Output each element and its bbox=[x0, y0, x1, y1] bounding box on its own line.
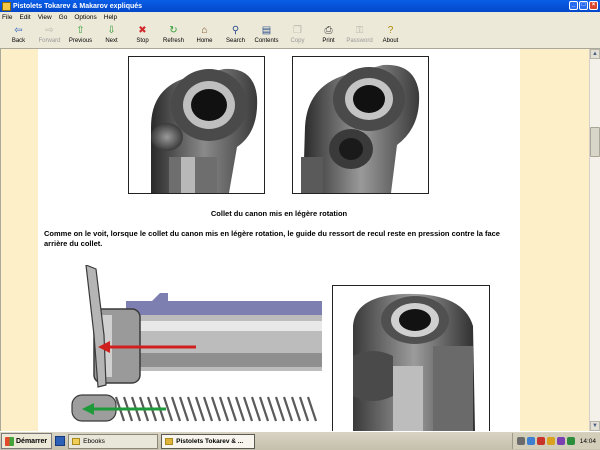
toolbar-print-button[interactable]: ⎙ Print bbox=[313, 23, 344, 49]
toolbar-back-button[interactable]: ⇦ Back bbox=[3, 23, 34, 49]
menu-help[interactable]: Help bbox=[104, 14, 117, 21]
tray-security-icon[interactable] bbox=[536, 437, 545, 445]
task-ebooks[interactable]: Ebooks bbox=[68, 433, 159, 449]
tray-update-icon[interactable] bbox=[546, 437, 555, 445]
windows-flag-icon bbox=[5, 436, 14, 446]
toolbar-next-button[interactable]: ⇩ Next bbox=[96, 23, 127, 49]
menu-file[interactable]: File bbox=[2, 14, 12, 21]
recoil-spring-diagram bbox=[66, 265, 322, 431]
system-tray: 14:04 bbox=[511, 433, 600, 449]
quick-launch-icon[interactable] bbox=[55, 436, 66, 446]
start-label: Démarrer bbox=[16, 437, 48, 445]
up-arrow-icon: ⇧ bbox=[76, 25, 85, 36]
toolbar-button-label: Back bbox=[11, 38, 26, 44]
menu-view[interactable]: View bbox=[38, 14, 52, 21]
contents-icon: ▤ bbox=[261, 25, 272, 36]
forward-arrow-icon: ⇨ bbox=[45, 25, 54, 36]
task-label: Pistolets Tokarev & ... bbox=[176, 437, 244, 445]
figure-caption: Collet du canon mis en légère rotation bbox=[210, 209, 348, 218]
toolbar-password-button: ⚿ Password bbox=[344, 23, 375, 49]
start-button[interactable]: Démarrer bbox=[1, 433, 53, 449]
folder-icon bbox=[72, 437, 81, 445]
copy-icon: ❐ bbox=[293, 25, 302, 36]
toolbar-stop-button[interactable]: ✖ Stop bbox=[127, 23, 158, 49]
toolbar-button-label: Home bbox=[196, 38, 213, 44]
task-pistolets[interactable]: Pistolets Tokarev & ... bbox=[161, 433, 256, 449]
stop-icon: ✖ bbox=[138, 25, 147, 36]
password-icon: ⚿ bbox=[355, 25, 364, 36]
toolbar-button-label: Password bbox=[346, 38, 373, 44]
search-icon: ⚲ bbox=[231, 25, 240, 36]
toolbar-button-label: Print bbox=[322, 38, 335, 44]
menu-go[interactable]: Go bbox=[59, 14, 68, 21]
toolbar-about-button[interactable]: ? About bbox=[375, 23, 406, 49]
toolbar-button-label: Copy bbox=[290, 38, 305, 44]
title-bar: Pistolets Tokarev & Makarov expliqués _ … bbox=[0, 0, 600, 12]
explanation-paragraph: Comme on le voit, lorsque le collet du c… bbox=[44, 229, 500, 248]
toolbar-button-label: Forward bbox=[38, 38, 61, 44]
toolbar-contents-button[interactable]: ▤ Contents bbox=[251, 23, 282, 49]
barrel-collar-photo-2 bbox=[292, 56, 429, 194]
toolbar-button-label: Contents bbox=[254, 38, 279, 44]
scroll-down-button[interactable]: ▼ bbox=[590, 421, 600, 431]
menu-options[interactable]: Options bbox=[74, 14, 96, 21]
home-icon: ⌂ bbox=[201, 25, 208, 36]
document-page: Collet du canon mis en légère rotation C… bbox=[38, 49, 520, 431]
tray-messenger-icon[interactable] bbox=[526, 437, 535, 445]
barrel-collar-photo-1 bbox=[128, 56, 265, 194]
toolbar-button-label: Previous bbox=[68, 38, 93, 44]
minimize-button[interactable]: _ bbox=[569, 1, 578, 10]
menu-edit[interactable]: Edit bbox=[19, 14, 30, 21]
toolbar-copy-button: ❐ Copy bbox=[282, 23, 313, 49]
back-arrow-icon: ⇦ bbox=[14, 25, 23, 36]
tray-volume-icon[interactable] bbox=[566, 437, 575, 445]
toolbar-search-button[interactable]: ⚲ Search bbox=[220, 23, 251, 49]
vertical-scrollbar[interactable]: ▲ ▼ bbox=[589, 49, 600, 431]
toolbar: ⇦ Back ⇨ Forward ⇧ Previous ⇩ Next ✖ Stop ↻ Refresh… bbox=[0, 23, 600, 49]
toolbar-home-button[interactable]: ⌂ Home bbox=[189, 23, 220, 49]
tray-network-icon[interactable] bbox=[516, 437, 525, 445]
content-area: Collet du canon mis en légère rotation C… bbox=[0, 49, 589, 431]
toolbar-button-label: About bbox=[382, 38, 399, 44]
clock: 14:04 bbox=[579, 437, 596, 445]
taskbar: Démarrer Ebooks Pistolets Tokarev & ... … bbox=[0, 431, 600, 450]
scroll-thumb[interactable] bbox=[590, 127, 600, 157]
window-controls: _ □ × bbox=[569, 1, 598, 10]
tray-media-icon[interactable] bbox=[556, 437, 565, 445]
toolbar-refresh-button[interactable]: ↻ Refresh bbox=[158, 23, 189, 49]
menu-bar: File Edit View Go Options Help bbox=[0, 12, 600, 23]
screen: Pistolets Tokarev & Makarov expliqués _ … bbox=[0, 0, 600, 450]
ebook-app-icon bbox=[165, 437, 174, 445]
toolbar-button-label: Refresh bbox=[162, 38, 184, 44]
refresh-icon: ↻ bbox=[169, 25, 178, 36]
down-arrow-icon: ⇩ bbox=[107, 25, 116, 36]
close-button[interactable]: × bbox=[589, 1, 598, 10]
task-label: Ebooks bbox=[83, 437, 105, 445]
toolbar-forward-button: ⇨ Forward bbox=[34, 23, 65, 49]
toolbar-button-label: Search bbox=[225, 38, 245, 44]
toolbar-button-label: Next bbox=[105, 38, 118, 44]
toolbar-previous-button[interactable]: ⇧ Previous bbox=[65, 23, 96, 49]
app-icon bbox=[2, 1, 11, 11]
about-icon: ? bbox=[387, 25, 394, 36]
maximize-button[interactable]: □ bbox=[579, 1, 588, 10]
toolbar-button-label: Stop bbox=[136, 38, 149, 44]
scroll-up-button[interactable]: ▲ bbox=[590, 49, 600, 59]
print-icon: ⎙ bbox=[324, 25, 333, 36]
window-title: Pistolets Tokarev & Makarov expliqués bbox=[13, 2, 143, 10]
barrel-collar-photo-3 bbox=[332, 285, 490, 431]
